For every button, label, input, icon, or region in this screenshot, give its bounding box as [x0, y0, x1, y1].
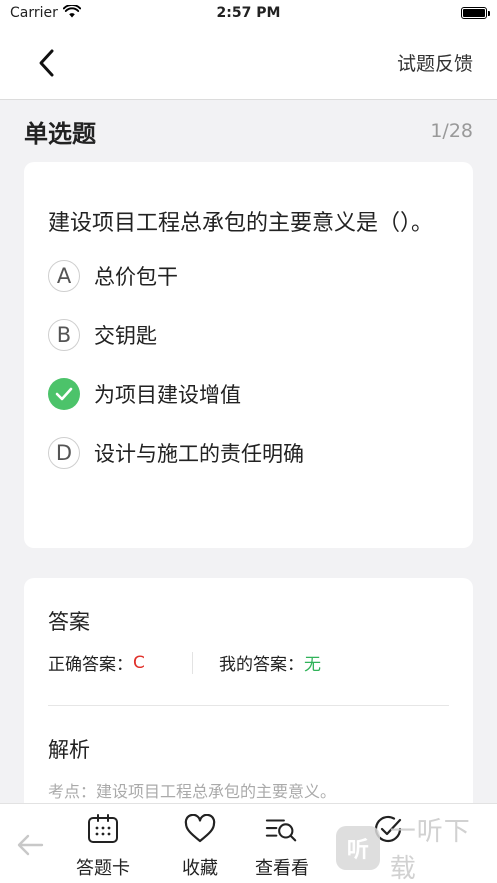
option-d[interactable]: D 设计与施工的责任明确 [48, 423, 449, 482]
my-answer-label: 我的答案： [219, 655, 304, 675]
watermark-text: 一听下载 [389, 817, 471, 883]
divider [48, 705, 449, 706]
favorite-button[interactable]: 收藏 [182, 812, 218, 880]
watermark: 听 一听下载 [336, 817, 497, 883]
question-card: 建设项目工程总承包的主要意义是（）。 A 总价包干 B 交钥匙 为项目建设增值 … [24, 162, 473, 548]
status-right [327, 7, 490, 19]
favorite-label: 收藏 [182, 858, 218, 879]
arrow-left-icon [17, 834, 44, 856]
option-text: 交钥匙 [94, 323, 157, 348]
answer-title: 答案 [48, 610, 90, 634]
chevron-left-icon [39, 49, 54, 76]
option-letter: B [48, 318, 80, 351]
check-icon [48, 377, 80, 410]
view-analysis-icon [265, 812, 299, 846]
question-text: 建设项目工程总承包的主要意义是（）。 [48, 211, 434, 236]
answer-card-label: 答题卡 [76, 858, 130, 879]
correct-answer: 正确答案： C [48, 651, 193, 675]
answer-card-icon [86, 812, 120, 846]
my-answer-value: 无 [304, 655, 321, 675]
status-time: 2:57 PM [216, 5, 281, 21]
analysis-text: 考点：建设项目工程总承包的主要意义。 [48, 782, 337, 801]
feedback-button[interactable]: 试题反馈 [397, 49, 473, 76]
option-letter: D [48, 436, 80, 469]
answer-row: 正确答案： C 我的答案： 无 [48, 650, 449, 675]
question-progress: 1/28 [430, 120, 473, 142]
carrier-label: Carrier [10, 5, 58, 21]
answer-card-button[interactable]: 答题卡 [76, 812, 130, 880]
status-bar: Carrier 2:57 PM [0, 0, 497, 26]
my-answer: 我的答案： 无 [193, 650, 321, 675]
question-type-title: 单选题 [24, 119, 96, 148]
prev-question-button[interactable] [14, 830, 48, 860]
watermark-logo: 听 [336, 826, 380, 870]
option-b[interactable]: B 交钥匙 [48, 305, 449, 364]
section-header: 单选题 1/28 [0, 100, 497, 162]
option-text: 总价包干 [94, 264, 178, 289]
wifi-icon [62, 3, 82, 22]
nav-bar: 试题反馈 [0, 26, 497, 100]
correct-answer-value: C [133, 652, 145, 673]
option-text: 为项目建设增值 [94, 382, 241, 407]
view-analysis-button[interactable]: 查看看 [255, 812, 309, 880]
analysis-title: 解析 [48, 738, 90, 762]
option-c[interactable]: 为项目建设增值 [48, 364, 449, 423]
back-button[interactable] [36, 43, 66, 83]
view-analysis-label: 查看看 [255, 858, 309, 879]
heart-icon [183, 812, 217, 846]
battery-icon [461, 7, 490, 19]
correct-answer-label: 正确答案： [48, 655, 133, 675]
option-letter: A [48, 259, 80, 292]
option-text: 设计与施工的责任明确 [94, 441, 304, 466]
option-a[interactable]: A 总价包干 [48, 246, 449, 305]
status-left: Carrier [10, 3, 170, 22]
answer-card: 答案 正确答案： C 我的答案： 无 解析 考点：建设项目工程总承包的主要意义。 [24, 578, 473, 818]
